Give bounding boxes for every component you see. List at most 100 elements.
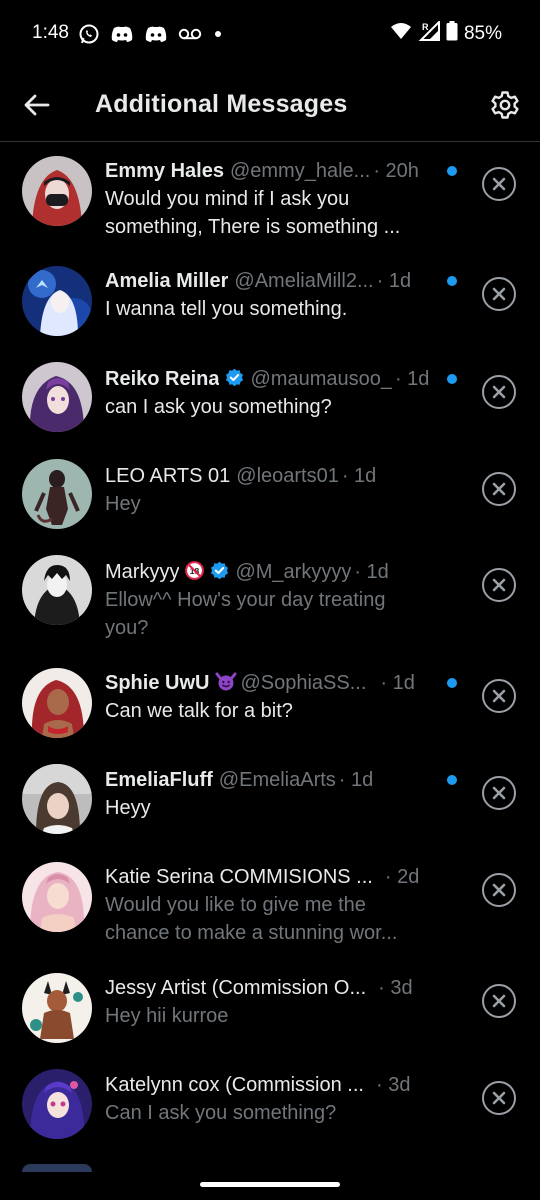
avatar[interactable] (22, 459, 92, 529)
list-item[interactable]: Emmy Hales @emmy_hale... · 20h Would you… (0, 152, 540, 252)
avatar[interactable] (22, 362, 92, 432)
sender-line: Reiko Reina @maumausoo_ · 1d (105, 366, 435, 393)
list-item[interactable]: Katelynn cox (Commission ... · 3d Can I … (0, 1066, 540, 1152)
sender-line: Sphie UwU @SophiaSS... · 1d (105, 670, 435, 697)
sender-handle: @emmy_hale... (229, 160, 371, 182)
sender-name: Markyyy (105, 561, 180, 583)
message-preview: I wanna tell you something. (105, 295, 435, 323)
message-preview: Would you mind if I ask you something, T… (105, 185, 435, 241)
dismiss-button[interactable] (482, 984, 516, 1018)
list-item[interactable]: Amelia Miller @AmeliaMill2... · 1d I wan… (0, 262, 540, 348)
avatar[interactable] (22, 668, 92, 738)
dismiss-button[interactable] (482, 1081, 516, 1115)
sender-name: Katelynn cox (Commission ... (105, 1074, 364, 1096)
discord-icon (144, 24, 168, 44)
no-under-18-emoji-icon: 18 (185, 561, 205, 580)
system-status: R 85% (390, 19, 502, 47)
sender-name: Sphie UwU (105, 672, 210, 694)
message-time: · 1d (394, 368, 430, 390)
sender-handle: @maumausoo_ (250, 368, 392, 390)
dismiss-button[interactable] (482, 375, 516, 409)
arrow-left-icon (24, 94, 50, 116)
message-preview: Ellow^^ How's your day treating you? (105, 586, 435, 642)
sender-handle: @EmeliaArts (218, 769, 336, 791)
message-preview-line: Hey (105, 493, 141, 515)
dismiss-button[interactable] (482, 568, 516, 602)
avatar[interactable] (22, 266, 92, 336)
message-preview-line: Would you like to give me the (105, 894, 366, 916)
list-item[interactable]: Sphie UwU @SophiaSS... · 1d Can we talk … (0, 664, 540, 750)
close-icon (492, 689, 506, 703)
dismiss-button[interactable] (482, 472, 516, 506)
dot-icon (212, 28, 224, 40)
message-time: · 20h (373, 160, 419, 182)
sender-line: Jessy Artist (Commission O... · 3d (105, 975, 435, 1002)
avatar[interactable] (22, 555, 92, 625)
settings-button[interactable] (486, 86, 524, 124)
message-time: · 1d (338, 769, 374, 791)
svg-text:R: R (422, 22, 429, 32)
sender-line: Katelynn cox (Commission ... · 3d (105, 1072, 435, 1099)
list-item[interactable]: Markyyy 18 @M_arkyyyy · 1d Ellow^^ How's… (0, 553, 540, 653)
unread-dot (447, 374, 457, 384)
close-icon (492, 1091, 506, 1105)
message-preview-line: Ellow^^ How's your day treating (105, 589, 386, 611)
avatar[interactable] (22, 156, 92, 226)
sender-handle: @leoarts01 (236, 465, 339, 487)
message-preview: Can I ask you something? (105, 1099, 435, 1127)
sender-name: Amelia Miller (105, 270, 229, 292)
avatar[interactable] (22, 973, 92, 1043)
sender-line: Emmy Hales @emmy_hale... · 20h (105, 158, 435, 185)
list-item[interactable]: Jessy Artist (Commission O... · 3d Hey h… (0, 969, 540, 1055)
message-time: · 2d (384, 866, 420, 888)
message-time: · 1d (380, 672, 415, 694)
list-item[interactable]: LEO ARTS 01 @leoarts01 · 1d Hey (0, 457, 540, 543)
message-preview-line: can I ask you something? (105, 396, 332, 418)
close-icon (492, 994, 506, 1008)
avatar[interactable] (22, 862, 92, 932)
avatar[interactable] (22, 1164, 92, 1172)
page-title: Additional Messages (95, 90, 348, 118)
notification-icons (78, 22, 224, 46)
sender-name: Katie Serina COMMISIONS ... (105, 866, 373, 888)
voicemail-icon (178, 27, 202, 41)
dismiss-button[interactable] (482, 679, 516, 713)
message-preview: Can we talk for a bit? (105, 697, 435, 725)
message-time: · 1d (341, 465, 377, 487)
list-item[interactable]: Katie Serina COMMISIONS ... · 2d Would y… (0, 858, 540, 958)
close-icon (492, 482, 506, 496)
verified-badge-icon (225, 368, 244, 387)
close-icon (492, 578, 506, 592)
sender-line: EmeliaFluff @EmeliaArts · 1d (105, 767, 435, 794)
unread-dot (447, 678, 457, 688)
sender-line: Amelia Miller @AmeliaMill2... · 1d (105, 268, 435, 295)
list-item[interactable]: Reiko Reina @maumausoo_ · 1d can I ask y… (0, 360, 540, 446)
list-item[interactable]: EmeliaFluff @EmeliaArts · 1d Heyy (0, 761, 540, 847)
dismiss-button[interactable] (482, 776, 516, 810)
dismiss-button[interactable] (482, 277, 516, 311)
sender-name: Jessy Artist (Commission O... (105, 977, 367, 999)
dismiss-button[interactable] (482, 167, 516, 201)
whatsapp-icon (78, 23, 100, 45)
verified-badge-icon (210, 561, 229, 580)
back-button[interactable] (18, 86, 56, 124)
sender-line: Katie Serina COMMISIONS ... · 2d (105, 864, 435, 891)
message-preview: Hey (105, 490, 435, 518)
message-preview-line: Hey hii kurroe (105, 1005, 229, 1027)
avatar[interactable] (22, 1069, 92, 1139)
message-preview-line: Would you mind if I ask you (105, 188, 350, 210)
close-icon (492, 385, 506, 399)
home-indicator[interactable] (200, 1182, 340, 1187)
list-item[interactable] (0, 1164, 540, 1184)
sender-handle: @SophiaSS... (240, 672, 367, 694)
unread-dot (447, 775, 457, 785)
sender-name: Reiko Reina (105, 368, 220, 390)
status-bar: 1:48 R 85% (0, 0, 540, 68)
gear-icon (491, 91, 519, 119)
avatar[interactable] (22, 764, 92, 834)
sender-line: LEO ARTS 01 @leoarts01 · 1d (105, 463, 435, 490)
signal-icon: R (418, 19, 440, 47)
header: Additional Messages (0, 68, 540, 142)
message-preview: Hey hii kurroe (105, 1002, 435, 1030)
dismiss-button[interactable] (482, 873, 516, 907)
